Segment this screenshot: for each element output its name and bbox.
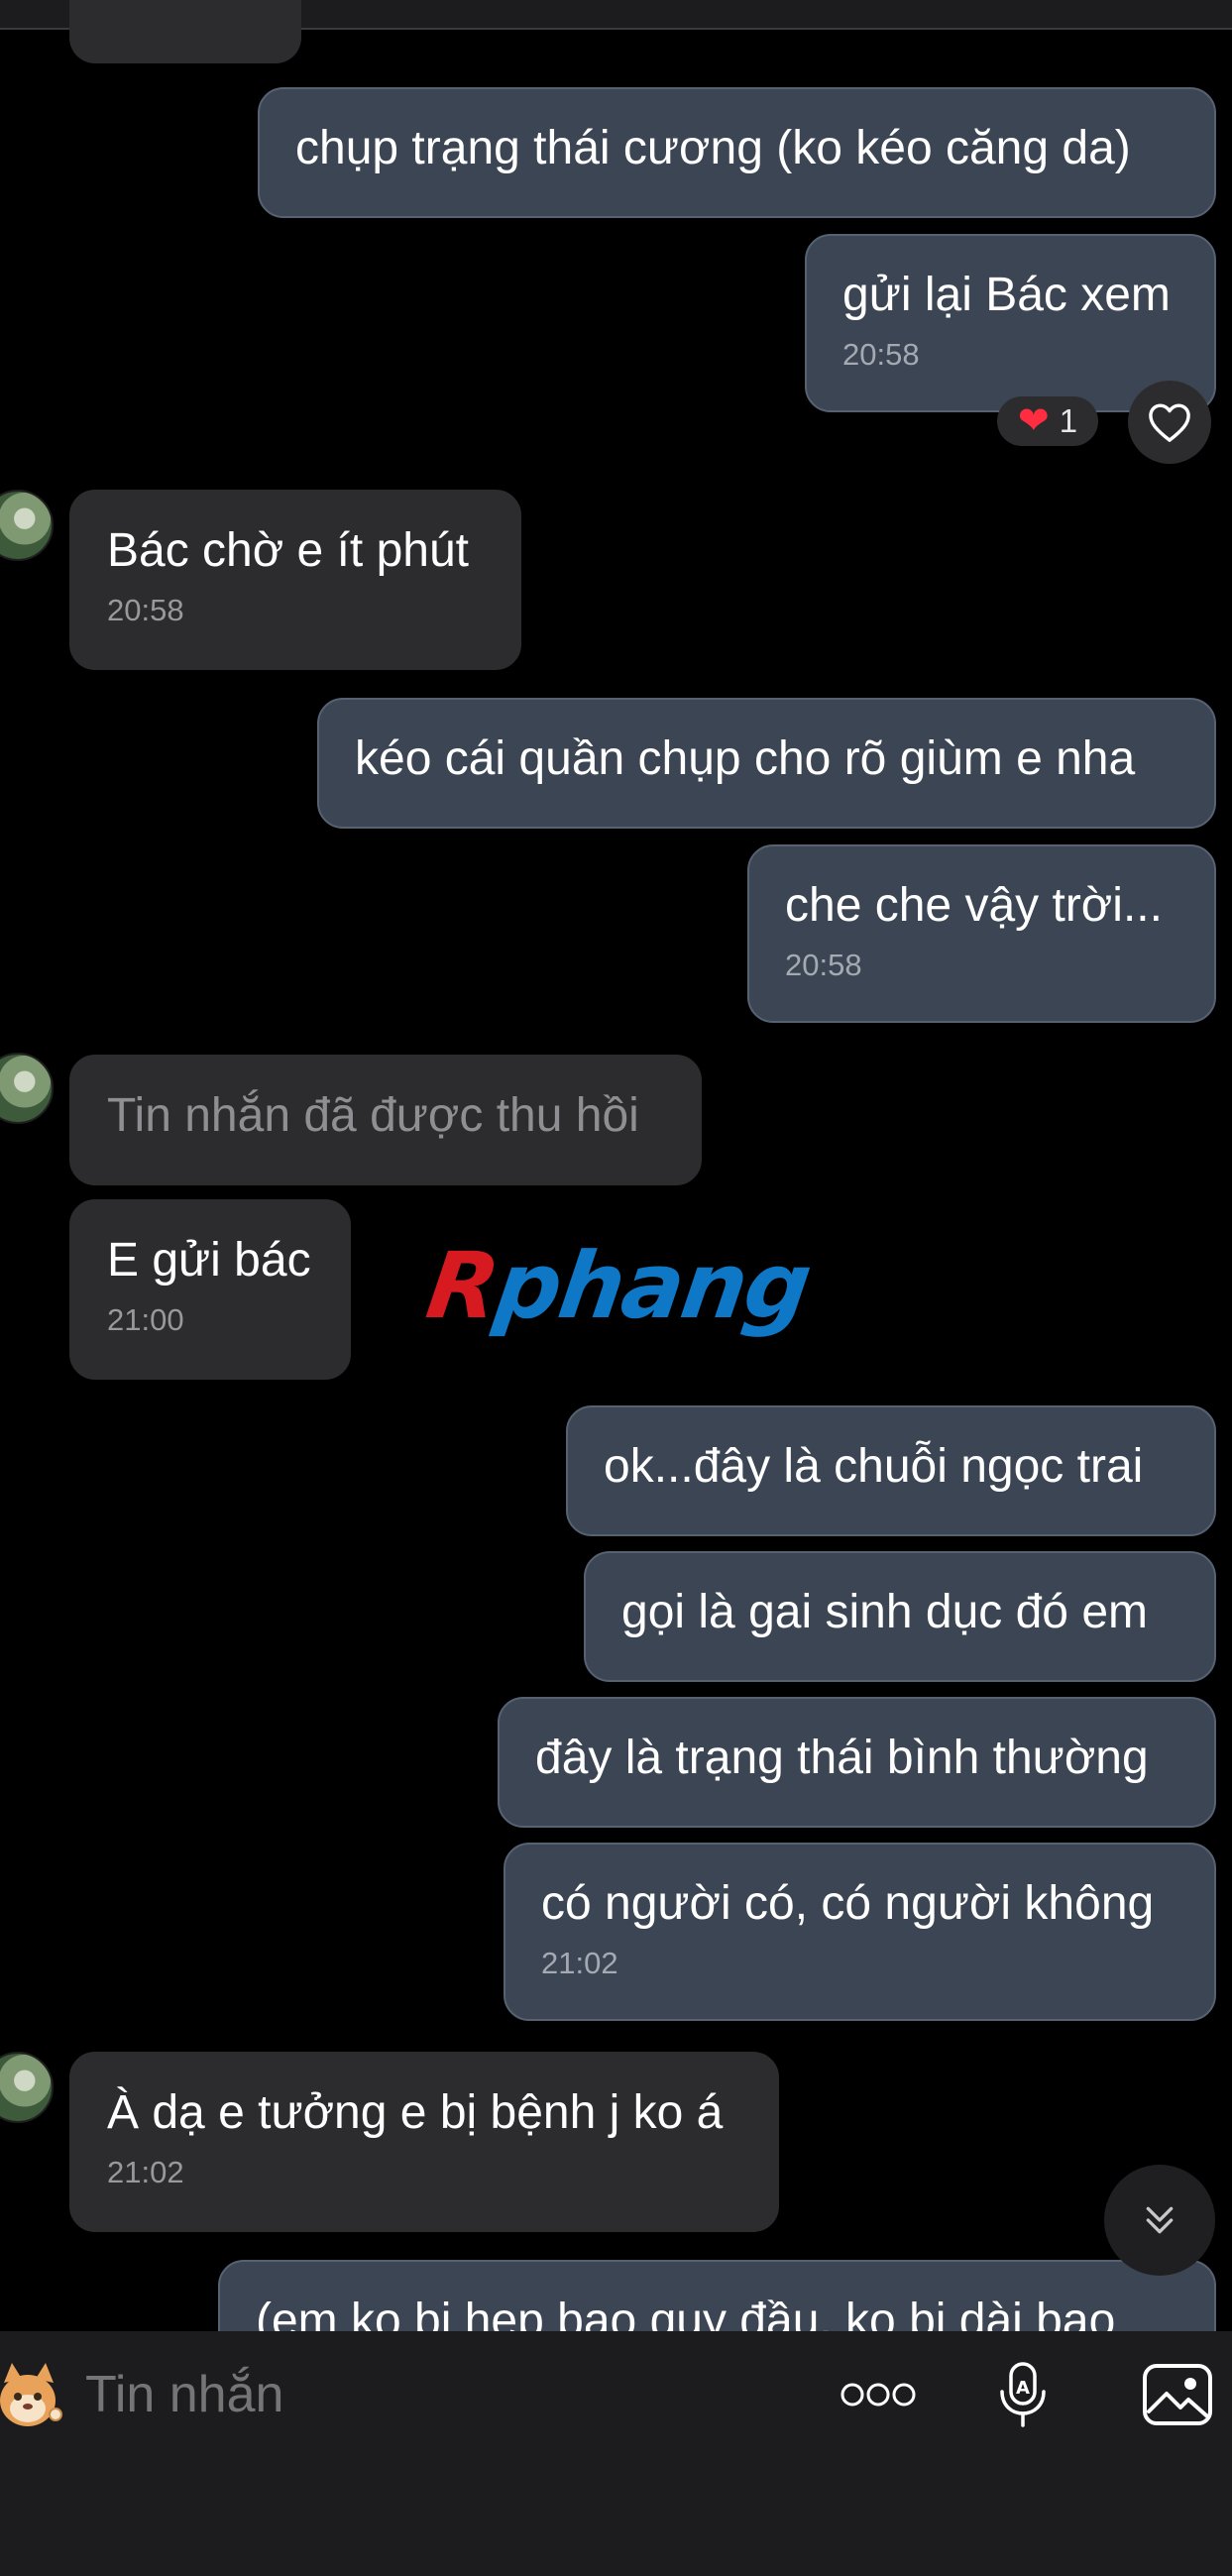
message-text: gửi lại Bác xem [842,269,1171,321]
message-text: có người có, có người không [541,1877,1155,1930]
image-gallery-icon [1143,2364,1212,2425]
voice-to-text-icon: A [1000,2362,1046,2427]
svg-text:A: A [1016,2378,1030,2399]
heart-reaction-icon: ❤ [1017,400,1050,442]
message-time: 21:02 [541,1946,618,1980]
message-bubble-outgoing[interactable]: chụp trạng thái cương (ko kéo căng da) [258,87,1216,218]
message-text: Bác chờ e ít phút [107,524,470,577]
scroll-to-bottom-button[interactable] [1104,2165,1215,2276]
message-bubble-outgoing[interactable]: có người có, có người không 21:02 [504,1843,1216,2021]
message-bubble-incoming-recalled[interactable]: Tin nhắn đã được thu hồi [69,1055,702,1185]
message-bubble-outgoing[interactable]: kéo cái quần chụp cho rõ giùm e nha [317,698,1216,829]
message-time: 21:00 [107,1302,184,1337]
message-text: E gửi bác [107,1234,311,1287]
recalled-message-text: Tin nhắn đã được thu hồi [107,1089,639,1142]
contact-avatar[interactable] [0,490,54,561]
message-text: chụp trạng thái cương (ko kéo căng da) [295,122,1131,174]
chat-screen: chụp trạng thái cương (ko kéo căng da) g… [0,0,1232,2576]
message-text: À dạ e tưởng e bị bệnh j ko á [107,2086,724,2139]
message-composer: A [0,2331,1232,2576]
previous-message-bubble[interactable] [69,0,301,63]
message-time: 21:02 [107,2155,184,2189]
sticker-icon[interactable] [0,2357,65,2432]
message-bubble-incoming[interactable]: Bác chờ e ít phút 20:58 [69,490,521,670]
double-chevron-down-icon [1146,2206,1174,2234]
more-options-button[interactable] [839,2355,918,2434]
message-input[interactable] [85,2355,779,2434]
message-text: đây là trạng thái bình thường [535,1732,1149,1784]
watermark-logo: Rphang [420,1233,817,1339]
message-text: che che vậy trời... [785,879,1163,932]
message-text: ok...đây là chuỗi ngọc trai [604,1440,1144,1493]
reaction-count: 1 [1059,402,1078,439]
message-time: 20:58 [785,948,862,982]
contact-avatar[interactable] [0,2052,54,2123]
message-time: 20:58 [107,593,184,627]
message-text: kéo cái quần chụp cho rõ giùm e nha [355,732,1136,785]
message-text: gọi là gai sinh dục đó em [621,1586,1148,1638]
heart-outline-icon [1149,403,1190,442]
message-bubble-outgoing[interactable]: che che vậy trời... 20:58 [747,844,1216,1023]
reaction-badge[interactable]: ❤ 1 [997,396,1098,446]
image-gallery-button[interactable] [1140,2355,1215,2434]
react-heart-button[interactable] [1128,381,1211,464]
message-time: 20:58 [842,337,920,372]
message-bubble-outgoing[interactable]: ok...đây là chuỗi ngọc trai [566,1405,1216,1536]
message-bubble-incoming[interactable]: E gửi bác 21:00 [69,1199,351,1380]
contact-avatar[interactable] [0,1053,54,1124]
message-bubble-incoming[interactable]: À dạ e tưởng e bị bệnh j ko á 21:02 [69,2052,779,2232]
message-bubble-outgoing[interactable]: đây là trạng thái bình thường [498,1697,1216,1828]
more-options-icon [840,2383,916,2407]
voice-to-text-button[interactable]: A [991,2355,1055,2434]
message-bubble-outgoing[interactable]: gọi là gai sinh dục đó em [584,1551,1216,1682]
